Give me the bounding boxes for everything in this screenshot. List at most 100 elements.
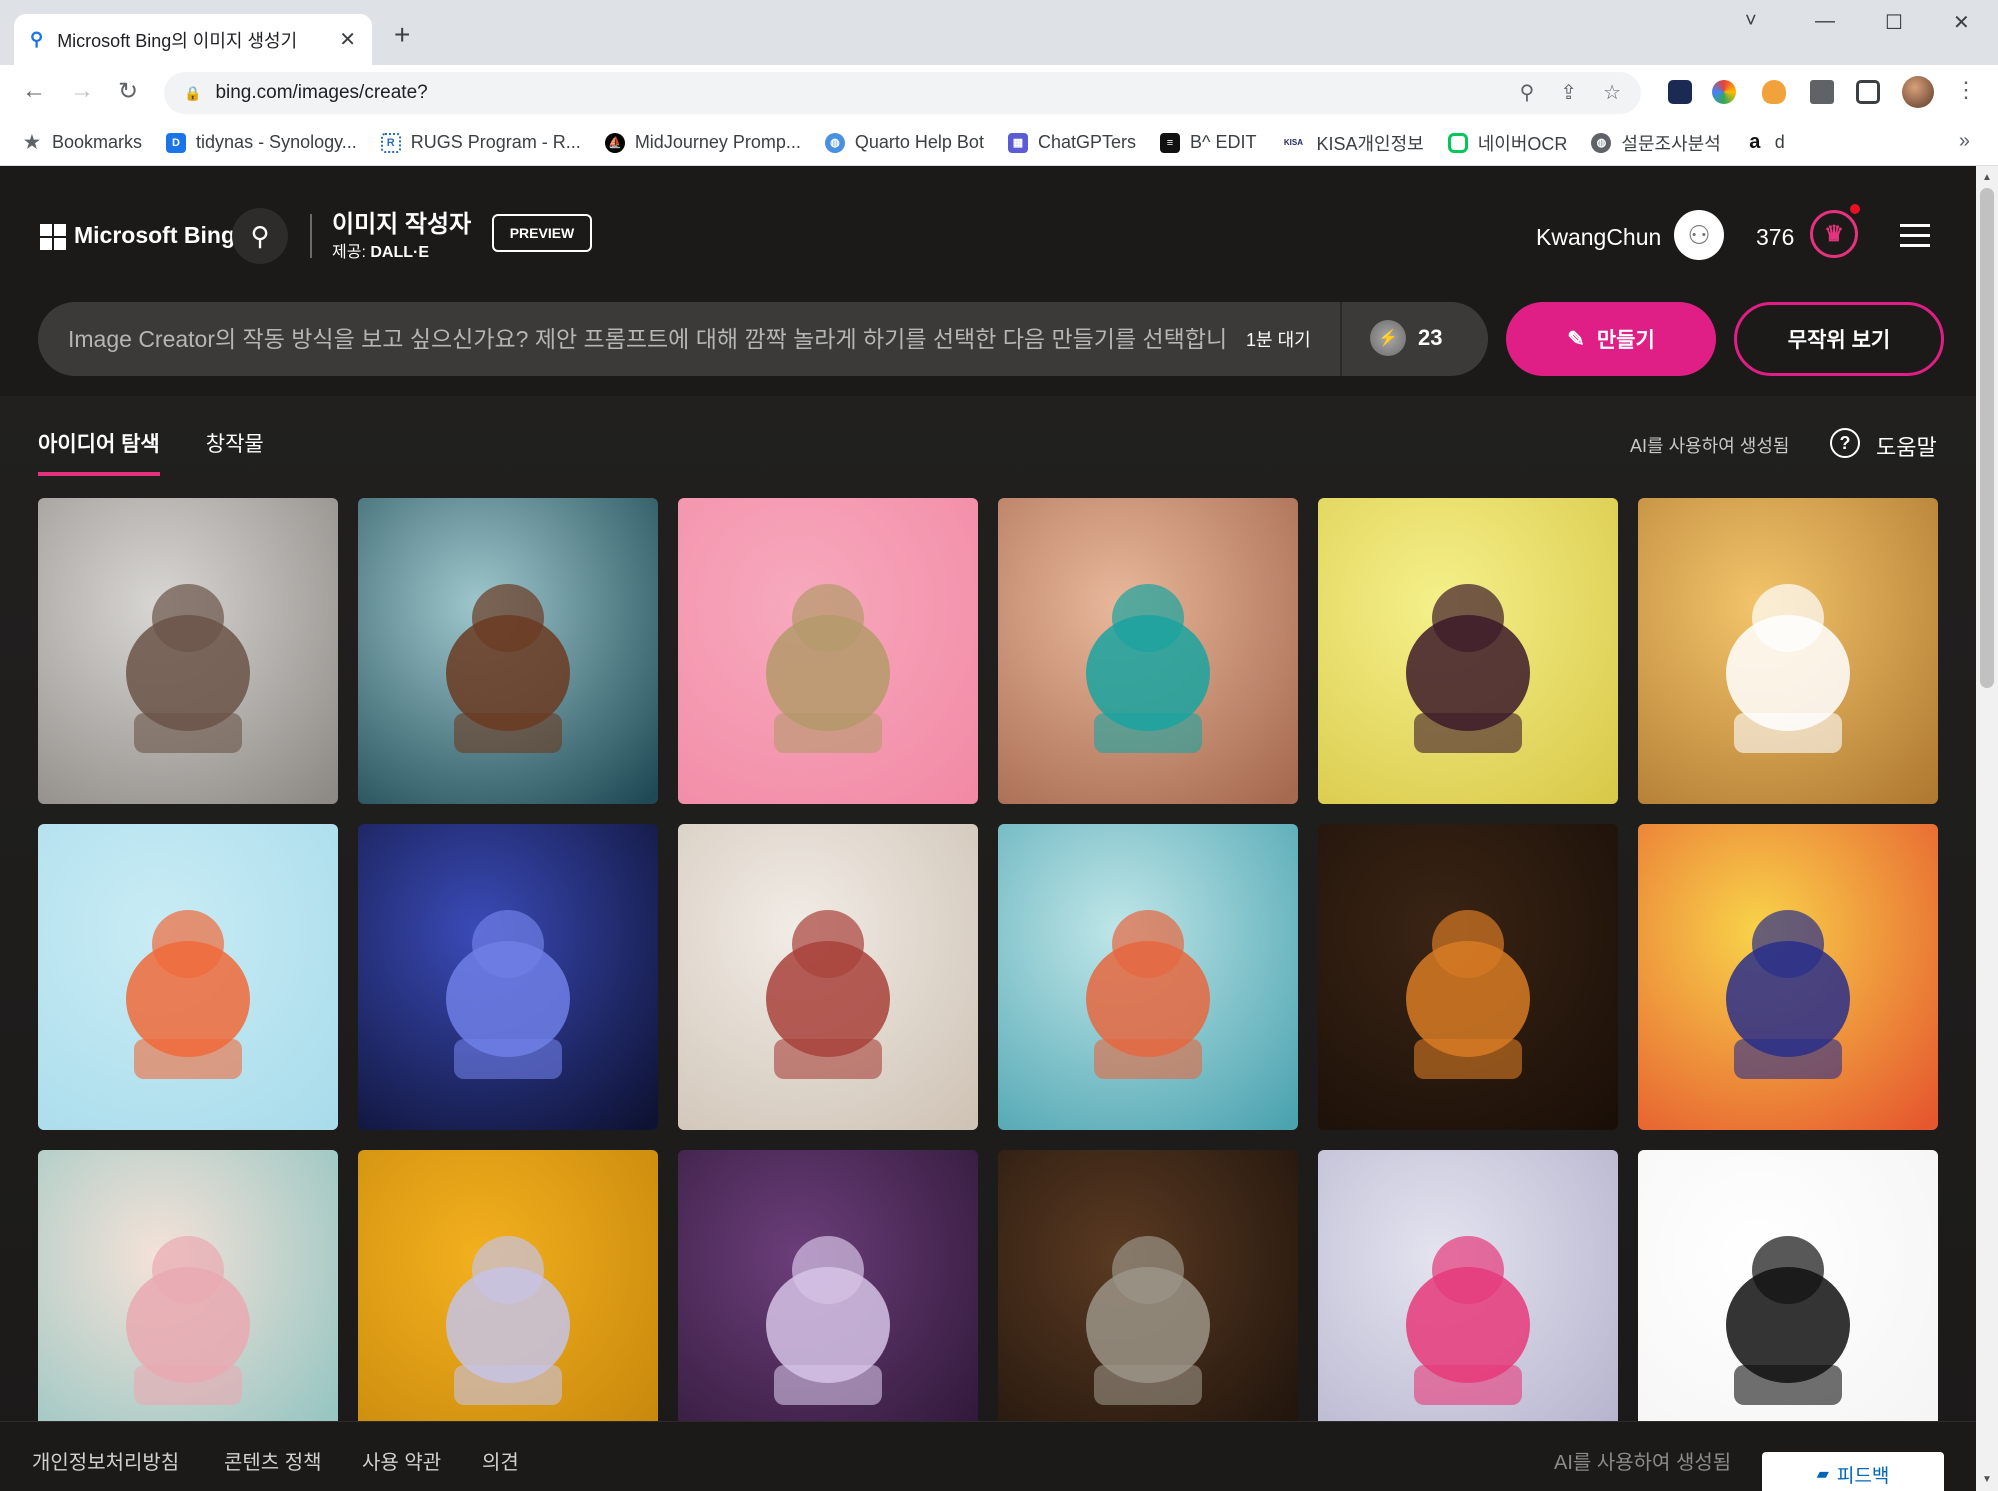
gallery-image-tiger-figurines[interactable] [1318, 824, 1618, 1130]
edit-icon: ≡ [1160, 132, 1180, 153]
extension-shield-icon[interactable] [1668, 80, 1692, 104]
browser-tab-strip: ⚲ Microsoft Bing의 이미지 생성기 ✕ + ˅ — ☐ ✕ [0, 0, 1998, 65]
gallery-image-paint-splash[interactable] [1318, 1150, 1618, 1456]
gallery-image-lavender-cocktail[interactable] [678, 1150, 978, 1456]
gallery-image-cherry-blossom[interactable] [38, 1150, 338, 1456]
prompt-bar: 1분 대기 ⚡ 23 [38, 302, 1488, 376]
rewards-points[interactable]: 376 [1756, 224, 1794, 251]
scroll-up-icon[interactable]: ▲ [1982, 172, 1992, 183]
amazon-icon: a [1744, 131, 1765, 153]
bookmark-item[interactable]: ad [1744, 131, 1785, 153]
extension-capture-icon[interactable] [1762, 80, 1786, 104]
page-title[interactable]: 이미지 작성자 [332, 204, 471, 239]
wait-time-label: 1분 대기 [1246, 330, 1311, 350]
bookmarks-bar: ★ Bookmarks Dtidynas - Synology... R RUGS … [0, 120, 1998, 166]
header-divider [310, 214, 312, 258]
lock-icon[interactable]: 🔒 [184, 85, 201, 102]
midjourney-icon: ⛵ [604, 132, 625, 153]
surprise-me-button[interactable]: 무작위 보기 [1734, 302, 1944, 376]
rewards-trophy-icon[interactable]: ♛ [1810, 210, 1858, 258]
notification-dot [1850, 204, 1860, 214]
side-panel-icon[interactable] [1856, 80, 1880, 104]
ai-generated-note: AI를 사용하여 생성됨 [1630, 436, 1790, 456]
page-scrollbar[interactable]: ▲ ▼ [1976, 166, 1998, 1491]
bookmark-item[interactable]: KISA KISA개인정보 [1280, 130, 1424, 156]
reload-icon[interactable]: ↻ [118, 77, 138, 106]
tab-explore-ideas[interactable]: 아이디어 탐색 [38, 428, 160, 476]
user-avatar-icon[interactable]: ⚇ [1674, 210, 1724, 260]
page-header: Microsoft Bing ⚲ 이미지 작성자 제공: DALL·E PREV… [0, 166, 1976, 396]
prompt-input[interactable] [68, 302, 1228, 376]
new-tab-button[interactable]: + [394, 21, 410, 49]
terms-link[interactable]: 사용 약관 [362, 1446, 441, 1475]
create-button[interactable]: ✎ 만들기 [1506, 302, 1716, 376]
gallery-image-paper-wolf[interactable] [38, 824, 338, 1130]
bookmark-item[interactable]: ⛵ MidJourney Promp... [604, 132, 801, 153]
browser-menu-icon[interactable]: ⋮ [1955, 77, 1977, 103]
back-arrow-icon[interactable]: ← [22, 77, 46, 105]
more-bookmarks-icon[interactable]: » [1959, 130, 1970, 153]
bookmark-item[interactable]: R RUGS Program - R... [380, 132, 581, 153]
gallery-image-panda-chef[interactable] [1638, 498, 1938, 804]
help-link[interactable]: 도움말 [1876, 430, 1937, 462]
search-icon[interactable]: ⚲ [232, 208, 288, 264]
feedback-button[interactable]: ▰ 피드백 [1762, 1452, 1944, 1491]
globe-icon: ◍ [824, 132, 845, 153]
maximize-button[interactable]: ☐ [1885, 10, 1903, 35]
scroll-down-icon[interactable]: ▼ [1982, 1474, 1992, 1485]
gallery-image-snowy-cabin[interactable] [358, 498, 658, 804]
star-icon: ★ [23, 132, 41, 152]
bookmark-item[interactable]: Dtidynas - Synology... [166, 132, 357, 153]
search-icon: ⚲ [30, 29, 44, 49]
help-icon[interactable]: ? [1830, 428, 1860, 458]
extension-color-icon[interactable] [1712, 80, 1736, 104]
gallery-image-charcuterie[interactable] [678, 824, 978, 1130]
close-tab-icon[interactable]: ✕ [339, 27, 356, 52]
tab-search-icon[interactable]: ˅ [1745, 10, 1757, 33]
hamburger-menu-icon[interactable] [1900, 224, 1930, 254]
bookmark-item[interactable]: ≡ B^ EDIT [1160, 132, 1256, 153]
microsoft-logo-icon[interactable] [40, 224, 66, 250]
close-window-button[interactable]: ✕ [1953, 10, 1970, 35]
scrollbar-thumb[interactable] [1980, 188, 1994, 688]
gallery-image-city-skyline-logo[interactable] [1638, 1150, 1938, 1456]
gallery-image-eye-makeup[interactable] [998, 498, 1298, 804]
bookmark-item[interactable]: ▦ ChatGPTers [1007, 132, 1136, 153]
bookmark-star-icon[interactable]: ☆ [1603, 80, 1621, 105]
username[interactable]: KwangChun [1536, 224, 1661, 251]
extensions-puzzle-icon[interactable] [1810, 80, 1834, 104]
minimize-button[interactable]: — [1815, 10, 1835, 33]
r-icon: R [380, 132, 401, 153]
zoom-search-icon[interactable]: ⚲ [1520, 80, 1535, 105]
gallery-image-pearl-ring[interactable] [38, 498, 338, 804]
share-icon[interactable]: ⇪ [1560, 80, 1577, 105]
image-edit-icon: ✎ [1567, 327, 1585, 351]
browser-tab[interactable]: ⚲ Microsoft Bing의 이미지 생성기 ✕ [14, 14, 372, 65]
bookmark-item[interactable]: ◍ Quarto Help Bot [824, 132, 984, 153]
privacy-link[interactable]: 개인정보처리방침 [32, 1446, 179, 1475]
tab-title: Microsoft Bing의 이미지 생성기 [57, 30, 298, 51]
bookmark-item[interactable]: ★ Bookmarks [22, 132, 142, 153]
address-bar[interactable]: 🔒 bing.com/images/create? ⚲ ⇪ ☆ [164, 72, 1641, 114]
globe-icon: ◍ [1591, 132, 1612, 153]
gallery-image-retro-computer[interactable] [678, 498, 978, 804]
footer-ai-generated-note: AI를 사용하여 생성됨 [1554, 1452, 1732, 1474]
gallery-image-koi-pond[interactable] [998, 824, 1298, 1130]
forward-arrow-icon[interactable]: → [70, 77, 94, 105]
gallery-image-dahlia[interactable] [358, 824, 658, 1130]
bookmark-item[interactable]: 네이버OCR [1447, 130, 1567, 156]
gallery-image-fruit-bowl[interactable] [1638, 824, 1938, 1130]
bing-brand[interactable]: Microsoft Bing [74, 222, 235, 249]
tab-creations[interactable]: 창작물 [206, 428, 264, 476]
gallery-image-chrome-letter-a[interactable] [358, 1150, 658, 1456]
image-gallery [38, 498, 1938, 1456]
gallery-image-robot[interactable] [1318, 498, 1618, 804]
browser-toolbar: ← → ↻ 🔒 bing.com/images/create? ⚲ ⇪ ☆ ⋮ [0, 65, 1998, 120]
gallery-image-elephant-suit[interactable] [998, 1150, 1298, 1456]
content-policy-link[interactable]: 콘텐츠 정책 [224, 1446, 322, 1475]
boost-coin-icon[interactable]: ⚡ [1370, 320, 1406, 356]
feedback-link[interactable]: 의견 [482, 1446, 519, 1475]
kisa-icon: KISA [1280, 132, 1307, 153]
profile-avatar[interactable] [1902, 76, 1934, 108]
bookmark-item[interactable]: ◍ 설문조사분석 [1591, 130, 1721, 156]
